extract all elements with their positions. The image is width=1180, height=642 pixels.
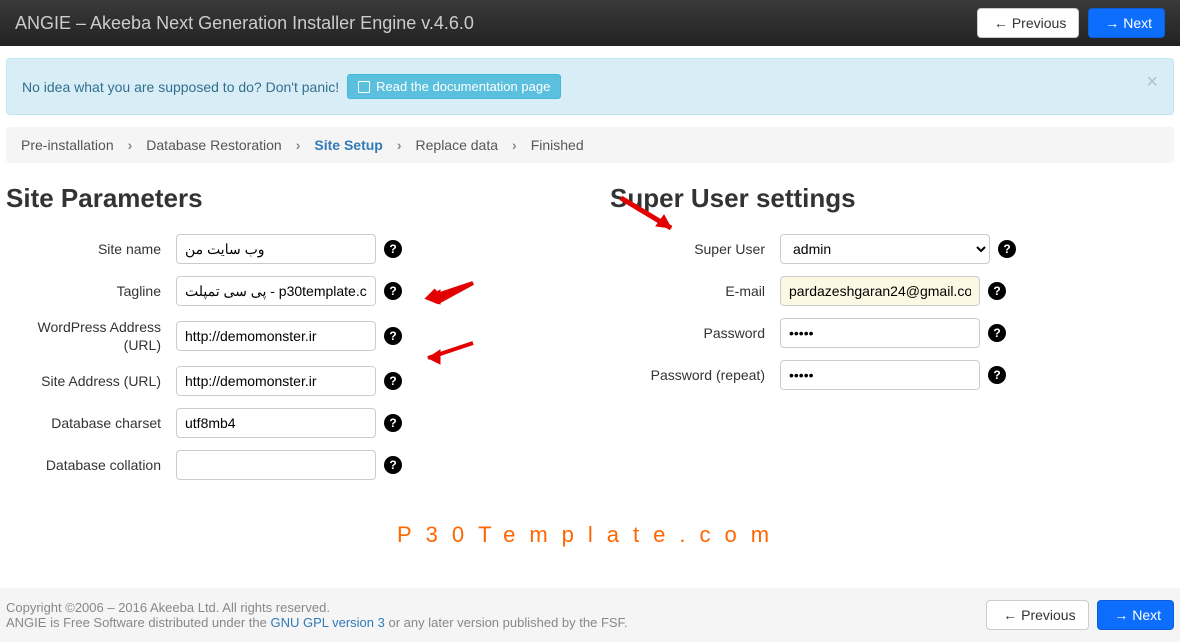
help-icon[interactable]: ? [988,282,1006,300]
arrow-left-icon: ← [1003,607,1017,623]
next-button-bottom[interactable]: →Next [1097,600,1174,630]
alert-text: No idea what you are supposed to do? Don… [22,79,339,95]
breadcrumb-item-replace[interactable]: Replace data [416,137,499,153]
read-docs-button[interactable]: Read the documentation page [347,74,561,99]
breadcrumb-item-preinstall[interactable]: Pre-installation [21,137,114,153]
password-repeat-label: Password (repeat) [610,367,780,383]
nav-buttons-top: ←Previous →Next [972,8,1165,38]
gpl-link[interactable]: GNU GPL version 3 [270,615,384,630]
help-icon[interactable]: ? [988,366,1006,384]
site-name-label: Site name [6,241,176,257]
help-icon[interactable]: ? [384,414,402,432]
wp-url-input[interactable] [176,321,376,351]
super-user-label: Super User [610,241,780,257]
site-parameters-section: Site Parameters Site name ? Tagline ? Wo… [6,183,570,492]
nav-buttons-bottom: ←Previous →Next [981,600,1174,630]
chevron-right-icon: › [397,137,402,153]
help-icon[interactable]: ? [384,372,402,390]
chevron-right-icon: › [128,137,133,153]
breadcrumb: Pre-installation › Database Restoration … [6,127,1174,163]
help-icon[interactable]: ? [988,324,1006,342]
chevron-right-icon: › [512,137,517,153]
tagline-label: Tagline [6,283,176,299]
help-icon[interactable]: ? [384,282,402,300]
site-url-label: Site Address (URL) [6,373,176,389]
close-alert-button[interactable]: × [1146,71,1158,94]
email-input[interactable] [780,276,980,306]
tagline-input[interactable] [176,276,376,306]
breadcrumb-item-db[interactable]: Database Restoration [146,137,281,153]
site-name-input[interactable] [176,234,376,264]
password-repeat-input[interactable] [780,360,980,390]
breadcrumb-item-sitesetup[interactable]: Site Setup [314,137,382,153]
next-button-top[interactable]: →Next [1088,8,1165,38]
password-label: Password [610,325,780,341]
top-navbar: ANGIE – Akeeba Next Generation Installer… [0,0,1180,46]
db-charset-label: Database charset [6,415,176,431]
super-user-heading: Super User settings [610,183,1174,214]
previous-button-bottom[interactable]: ←Previous [986,600,1088,630]
watermark-text: P30Template.com [6,522,1174,548]
db-collation-input[interactable] [176,450,376,480]
help-icon[interactable]: ? [384,327,402,345]
arrow-right-icon: → [1105,15,1119,31]
site-parameters-heading: Site Parameters [6,183,570,214]
super-user-section: Super User settings Super User admin ? E… [610,183,1174,492]
email-label: E-mail [610,283,780,299]
wp-url-label: WordPress Address (URL) [6,318,176,354]
password-input[interactable] [780,318,980,348]
arrow-right-icon: → [1114,607,1128,623]
db-collation-label: Database collation [6,457,176,473]
previous-button-top[interactable]: ←Previous [977,8,1079,38]
site-url-input[interactable] [176,366,376,396]
super-user-select[interactable]: admin [780,234,990,264]
help-icon[interactable]: ? [998,240,1016,258]
breadcrumb-item-finished[interactable]: Finished [531,137,584,153]
footer-text: Copyright ©2006 – 2016 Akeeba Ltd. All r… [6,600,628,630]
book-icon [358,81,370,93]
info-alert: No idea what you are supposed to do? Don… [6,58,1174,115]
arrow-left-icon: ← [994,15,1008,31]
help-icon[interactable]: ? [384,240,402,258]
app-title: ANGIE – Akeeba Next Generation Installer… [15,13,474,34]
chevron-right-icon: › [296,137,301,153]
db-charset-input[interactable] [176,408,376,438]
help-icon[interactable]: ? [384,456,402,474]
